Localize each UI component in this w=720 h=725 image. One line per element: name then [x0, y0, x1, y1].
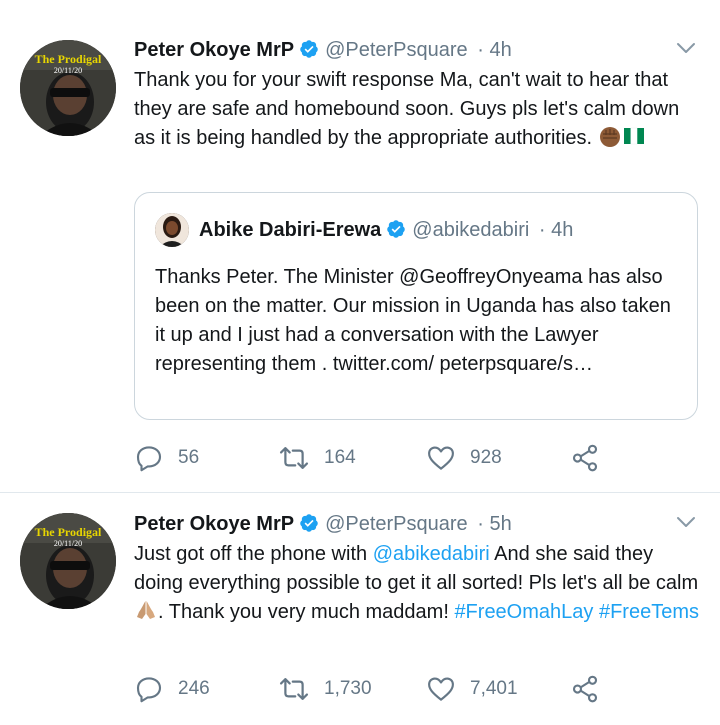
tweet-header: Peter Okoye MrP @PeterPsquare · 4h [134, 34, 700, 66]
verified-badge-icon [299, 511, 319, 543]
reply-button[interactable]: 246 [134, 673, 210, 705]
like-count: 928 [470, 447, 502, 468]
quoted-tweet[interactable]: Abike Dabiri-Erewa @abikedabiri · 4h Than… [134, 192, 698, 420]
reply-icon [134, 674, 164, 704]
tweet-header: Peter Okoye MrP @PeterPsquare · 5h [134, 508, 700, 540]
tweet-1[interactable]: The Prodigal 20/11/20 Peter Okoye MrP @Pe… [0, 0, 720, 492]
tweet-time[interactable]: · 5h [477, 513, 511, 535]
author-name[interactable]: Peter Okoye MrP [134, 513, 294, 535]
reply-count: 246 [178, 678, 210, 699]
reply-icon [134, 443, 164, 473]
quoted-author-handle[interactable]: @abikedabiri [412, 219, 529, 241]
tweet-time[interactable]: · 4h [477, 39, 511, 61]
author-avatar[interactable]: The Prodigal 20/11/20 [20, 40, 116, 136]
retweet-icon [278, 443, 310, 473]
reply-button[interactable]: 56 [134, 442, 199, 474]
share-button[interactable] [570, 673, 600, 705]
tweet-body-part3: . Thank you very much maddam! [158, 601, 449, 623]
tweet-body-part1: Just got off the phone with [134, 543, 368, 565]
share-icon [570, 674, 600, 704]
hashtag-link[interactable]: #FreeTems [599, 601, 699, 623]
avatar-caption: The Prodigal [34, 52, 102, 66]
share-icon [570, 443, 600, 473]
mention-link[interactable]: @abikedabiri [373, 543, 490, 565]
retweet-button[interactable]: 1,730 [278, 673, 372, 705]
chevron-down-icon[interactable] [674, 510, 698, 544]
retweet-count: 1,730 [324, 678, 372, 699]
tweet-2[interactable]: The Prodigal 20/11/20 Peter Okoye MrP @Pe… [0, 493, 720, 725]
like-icon [426, 443, 456, 473]
verified-badge-icon [299, 37, 319, 69]
quoted-text: Thanks Peter. The Minister @GeoffreyOnye… [155, 266, 671, 375]
avatar-date: 20/11/20 [53, 539, 83, 548]
tweet-text: Thank you for your swift response Ma, ca… [134, 66, 700, 157]
tweet-actions: 246 1,730 7,401 [134, 673, 614, 705]
chevron-down-icon[interactable] [674, 36, 698, 70]
like-icon [426, 674, 456, 704]
tweet-actions: 56 164 928 [134, 442, 614, 474]
raised-fist-emoji [598, 124, 622, 157]
author-name[interactable]: Peter Okoye MrP [134, 39, 294, 61]
retweet-icon [278, 674, 310, 704]
avatar-caption: The Prodigal [34, 525, 102, 539]
quoted-header: Abike Dabiri-Erewa @abikedabiri · 4h [199, 214, 573, 249]
author-avatar[interactable]: The Prodigal 20/11/20 [20, 513, 116, 609]
retweet-count: 164 [324, 447, 356, 468]
like-button[interactable]: 928 [426, 442, 502, 474]
like-count: 7,401 [470, 678, 518, 699]
like-button[interactable]: 7,401 [426, 673, 518, 705]
quoted-author-name[interactable]: Abike Dabiri-Erewa [199, 219, 381, 241]
retweet-button[interactable]: 164 [278, 442, 356, 474]
reply-count: 56 [178, 447, 200, 468]
verified-badge-icon [386, 217, 406, 249]
hashtag-link[interactable]: #FreeOmahLay [454, 601, 593, 623]
quoted-author-avatar[interactable] [155, 213, 189, 247]
nigeria-flag-emoji [622, 124, 646, 157]
folded-hands-emoji [134, 598, 158, 631]
avatar-date: 20/11/20 [53, 66, 83, 75]
author-handle[interactable]: @PeterPsquare [325, 513, 468, 535]
share-button[interactable] [570, 442, 600, 474]
tweet-text: Just got off the phone with @abikedabiri… [134, 540, 700, 631]
author-handle[interactable]: @PeterPsquare [325, 39, 468, 61]
quoted-time[interactable]: · 4h [539, 219, 573, 241]
